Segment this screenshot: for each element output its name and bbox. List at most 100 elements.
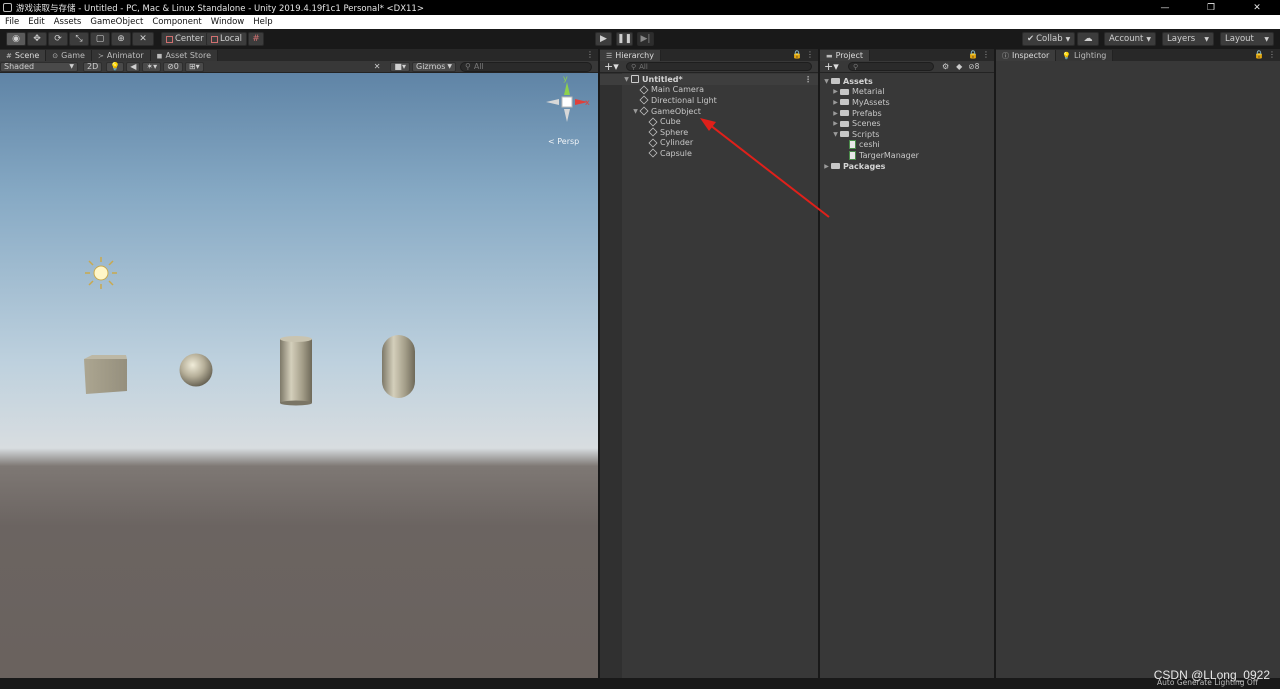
pivot-center-button[interactable]: Center bbox=[161, 32, 209, 46]
expand-arrow-icon[interactable]: ▼ bbox=[822, 78, 831, 85]
expand-arrow-icon[interactable]: ▶ bbox=[831, 88, 840, 95]
hierarchy-item-cube[interactable]: Cube bbox=[600, 116, 818, 127]
menu-gameobject[interactable]: GameObject bbox=[90, 17, 143, 27]
create-asset-button[interactable]: +▾ bbox=[824, 60, 840, 73]
window-controls: — ❐ ✕ bbox=[1142, 0, 1280, 15]
more-icon[interactable]: ⋮ bbox=[982, 50, 990, 59]
expand-arrow-icon[interactable]: ▶ bbox=[831, 99, 840, 106]
menu-assets[interactable]: Assets bbox=[54, 17, 82, 27]
project-folder-assets[interactable]: ▼ Assets bbox=[820, 76, 994, 87]
shading-mode-dropdown[interactable]: Shaded ▼ bbox=[0, 61, 78, 72]
pivot-local-button[interactable]: Local bbox=[206, 32, 248, 46]
hierarchy-item-directional-light[interactable]: Directional Light bbox=[600, 95, 818, 106]
project-folder-myassets[interactable]: ▶ MyAssets bbox=[820, 97, 994, 108]
more-icon[interactable]: ⋮ bbox=[586, 50, 594, 59]
menu-edit[interactable]: Edit bbox=[28, 17, 44, 27]
layers-dropdown[interactable]: Layers ▼ bbox=[1162, 32, 1214, 46]
store-icon: ◼ bbox=[156, 51, 163, 60]
expand-arrow-icon[interactable]: ▼ bbox=[622, 76, 631, 83]
tab-asset-store[interactable]: ◼ Asset Store bbox=[150, 50, 218, 61]
more-icon[interactable]: ⋮ bbox=[1268, 50, 1276, 59]
lock-icon[interactable]: 🔒 bbox=[1254, 50, 1264, 59]
expand-arrow-icon[interactable]: ▶ bbox=[831, 110, 840, 117]
cube-object[interactable] bbox=[84, 355, 127, 394]
camera-dropdown[interactable]: ■▾ bbox=[390, 61, 410, 72]
move-tool-button[interactable]: ✥ bbox=[27, 32, 47, 46]
project-search-input[interactable]: ⚲ bbox=[848, 62, 934, 71]
more-icon[interactable]: ⋮ bbox=[806, 50, 814, 59]
project-folder-metarial[interactable]: ▶ Metarial bbox=[820, 87, 994, 98]
restore-button[interactable]: ❐ bbox=[1188, 0, 1234, 15]
expand-arrow-icon[interactable]: ▶ bbox=[822, 163, 831, 170]
tab-lighting[interactable]: 💡 Lighting bbox=[1056, 50, 1114, 61]
effects-dropdown[interactable]: ✶▾ bbox=[142, 61, 162, 72]
tab-game[interactable]: ⊙ Game bbox=[46, 50, 92, 61]
capsule-object[interactable] bbox=[382, 335, 415, 398]
view-tool-button[interactable]: ◉ bbox=[6, 32, 26, 46]
dropdown-arrow-icon: ▼ bbox=[1146, 35, 1151, 43]
step-button[interactable]: ▶| bbox=[637, 32, 654, 46]
audio-toggle[interactable]: ◀ bbox=[126, 61, 141, 72]
camera-grid-icon: ⊞▾ bbox=[188, 62, 200, 71]
hierarchy-item-main-camera[interactable]: Main Camera bbox=[600, 85, 818, 96]
project-script-targermanager[interactable]: TargerManager bbox=[820, 150, 994, 161]
menu-help[interactable]: Help bbox=[253, 17, 272, 27]
scene-camera-dropdown[interactable]: ⊞▾ bbox=[184, 61, 204, 72]
project-folder-scenes[interactable]: ▶ Scenes bbox=[820, 118, 994, 129]
hierarchy-item-sphere[interactable]: Sphere bbox=[600, 127, 818, 138]
hidden-packages-toggle[interactable]: ⊘8 bbox=[968, 62, 979, 71]
menu-window[interactable]: Window bbox=[211, 17, 245, 27]
lock-icon[interactable]: 🔒 bbox=[792, 50, 802, 59]
account-dropdown[interactable]: Account ▼ bbox=[1104, 32, 1156, 46]
tools-icon[interactable]: ✕ bbox=[374, 62, 381, 71]
close-button[interactable]: ✕ bbox=[1234, 0, 1280, 15]
check-icon: ✔ bbox=[1027, 34, 1035, 44]
hidden-objects-toggle[interactable]: ⊘ 0 bbox=[163, 61, 183, 72]
dropdown-arrow-icon: ▼ bbox=[1264, 35, 1269, 43]
cloud-button[interactable]: ☁ bbox=[1077, 32, 1099, 46]
menu-bar: File Edit Assets GameObject Component Wi… bbox=[0, 15, 1280, 29]
collab-dropdown[interactable]: ✔ Collab ▼ bbox=[1022, 32, 1076, 46]
pause-button[interactable]: ❚❚ bbox=[616, 32, 633, 46]
rotate-tool-button[interactable]: ⟳ bbox=[48, 32, 68, 46]
project-script-ceshi[interactable]: ceshi bbox=[820, 140, 994, 151]
cylinder-object[interactable] bbox=[280, 336, 312, 406]
expand-arrow-icon[interactable]: ▶ bbox=[831, 120, 840, 127]
hierarchy-search-input[interactable]: ⚲ All bbox=[626, 62, 812, 71]
minimize-button[interactable]: — bbox=[1142, 0, 1188, 15]
rect-tool-button[interactable]: ▢ bbox=[90, 32, 110, 46]
sphere-object[interactable] bbox=[179, 353, 213, 387]
custom-tool-button[interactable]: ✕ bbox=[132, 32, 154, 46]
menu-file[interactable]: File bbox=[5, 17, 19, 27]
menu-component[interactable]: Component bbox=[152, 17, 201, 27]
folder-icon bbox=[840, 110, 849, 117]
play-button[interactable]: ▶ bbox=[595, 32, 612, 46]
scene-search-input[interactable]: ⚲ All bbox=[460, 61, 592, 72]
tab-animator[interactable]: ≻ Animator bbox=[91, 50, 151, 61]
folder-icon bbox=[831, 163, 840, 170]
filter-by-type-icon[interactable]: ⚙ bbox=[942, 62, 949, 71]
scale-tool-button[interactable]: ⤡ bbox=[69, 32, 89, 46]
expand-arrow-icon[interactable]: ▼ bbox=[831, 131, 840, 138]
lighting-toggle[interactable]: 💡 bbox=[106, 61, 125, 72]
hierarchy-item-capsule[interactable]: Capsule bbox=[600, 148, 818, 159]
mode-2d-toggle[interactable]: 2D bbox=[83, 61, 103, 72]
project-folder-packages[interactable]: ▶ Packages bbox=[820, 161, 994, 172]
scene-root-row[interactable]: ▼ Untitled* ⋮ bbox=[600, 74, 818, 85]
tab-scene[interactable]: # Scene bbox=[0, 50, 47, 61]
hierarchy-item-gameobject[interactable]: ▼ GameObject bbox=[600, 106, 818, 117]
project-folder-scripts[interactable]: ▼ Scripts bbox=[820, 129, 994, 140]
project-folder-prefabs[interactable]: ▶ Prefabs bbox=[820, 108, 994, 119]
more-icon[interactable]: ⋮ bbox=[804, 75, 812, 84]
transform-tool-button[interactable]: ⊕ bbox=[111, 32, 131, 46]
grid-snap-button[interactable]: # bbox=[248, 32, 264, 46]
filter-by-label-icon[interactable]: ◆ bbox=[956, 62, 962, 71]
lock-icon[interactable]: 🔒 bbox=[968, 50, 978, 59]
tab-inspector[interactable]: ⓘ Inspector bbox=[996, 50, 1057, 61]
gamepad-icon: ⊙ bbox=[52, 51, 59, 60]
layout-dropdown[interactable]: Layout ▼ bbox=[1220, 32, 1274, 46]
create-button[interactable]: +▾ bbox=[604, 60, 620, 73]
scene-viewport[interactable]: y x < Persp bbox=[0, 73, 598, 678]
gizmos-dropdown[interactable]: Gizmos ▼ bbox=[412, 61, 456, 72]
hierarchy-item-cylinder[interactable]: Cylinder bbox=[600, 138, 818, 149]
